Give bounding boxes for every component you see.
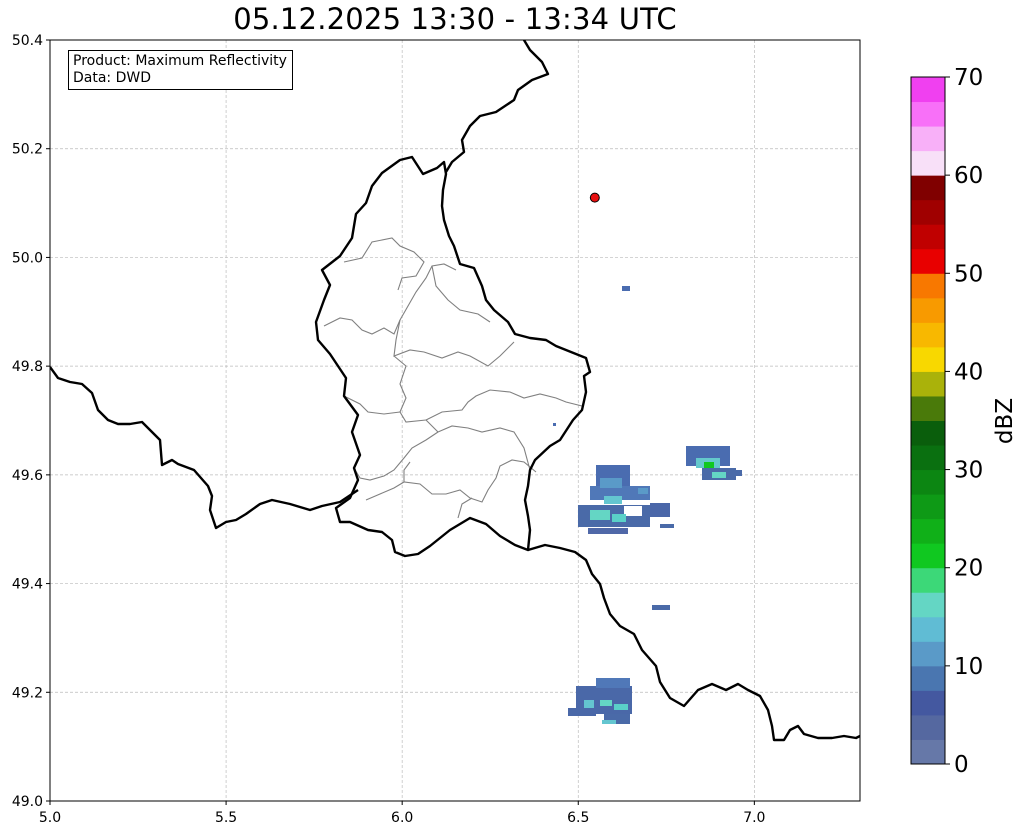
colorbar-block bbox=[911, 395, 945, 421]
colorbar-block bbox=[911, 739, 945, 765]
colorbar-block bbox=[911, 77, 945, 103]
colorbar-blocks bbox=[911, 77, 945, 765]
colorbar-block bbox=[911, 665, 945, 691]
colorbar-tick-label: 70 bbox=[954, 65, 983, 91]
colorbar-block bbox=[911, 248, 945, 274]
colorbar-block bbox=[911, 469, 945, 495]
colorbar-block bbox=[911, 690, 945, 716]
colorbar-block bbox=[911, 224, 945, 250]
colorbar-tick-label: 30 bbox=[954, 458, 983, 484]
colorbar-block bbox=[911, 101, 945, 127]
colorbar-block bbox=[911, 346, 945, 372]
colorbar-block bbox=[911, 297, 945, 323]
colorbar-block bbox=[911, 641, 945, 667]
colorbar-tick-label: 40 bbox=[954, 359, 983, 385]
colorbar-label: dBZ bbox=[992, 398, 1018, 444]
colorbar-tick-label: 10 bbox=[954, 654, 983, 680]
colorbar-block bbox=[911, 567, 945, 593]
colorbar-block bbox=[911, 199, 945, 225]
colorbar-tick-label: 60 bbox=[954, 163, 983, 189]
colorbar-tick-label: 0 bbox=[954, 752, 969, 778]
colorbar-block bbox=[911, 543, 945, 569]
colorbar-block bbox=[911, 420, 945, 446]
colorbar-block bbox=[911, 371, 945, 397]
colorbar-block bbox=[911, 616, 945, 642]
colorbar-ticks: 0 10 20 30 40 50 60 70 bbox=[945, 65, 983, 778]
colorbar-block bbox=[911, 150, 945, 176]
colorbar-block bbox=[911, 322, 945, 348]
colorbar-block bbox=[911, 273, 945, 299]
colorbar-block bbox=[911, 714, 945, 740]
colorbar-tick-label: 20 bbox=[954, 556, 983, 582]
colorbar-block bbox=[911, 126, 945, 152]
colorbar-block bbox=[911, 175, 945, 201]
colorbar: 0 10 20 30 40 50 60 70 dBZ bbox=[910, 65, 1018, 778]
colorbar-block bbox=[911, 494, 945, 520]
colorbar-block bbox=[911, 445, 945, 471]
colorbar-block bbox=[911, 592, 945, 618]
colorbar-block bbox=[911, 518, 945, 544]
colorbar-tick-label: 50 bbox=[954, 261, 983, 287]
